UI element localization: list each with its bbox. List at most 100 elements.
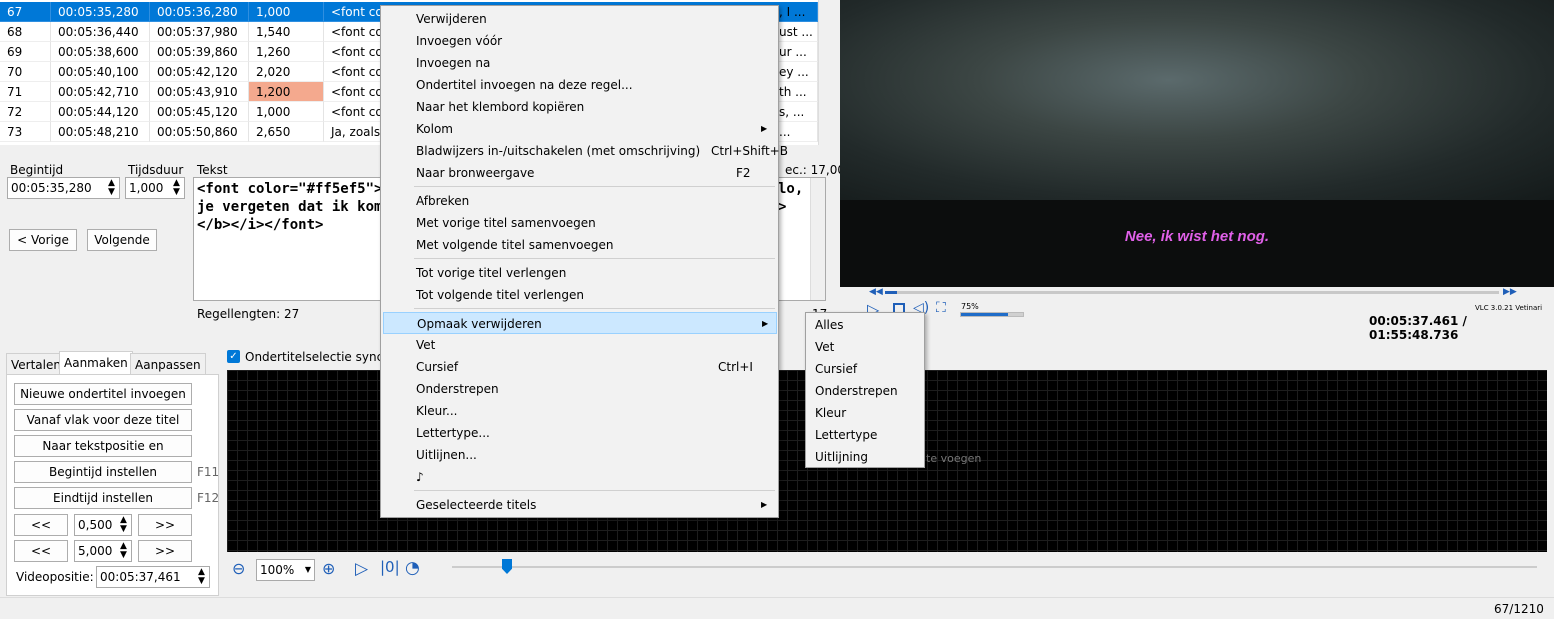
menu-item-13[interactable]: Tot volgende titel verlengen [383, 284, 777, 306]
next-button[interactable]: Volgende [87, 229, 157, 251]
videopos-input[interactable]: 00:05:37,461 ▲ ▼ [96, 566, 210, 588]
zoom-select[interactable]: 100% ▼ [256, 559, 315, 581]
menu-item-label: Bladwijzers in-/uitschakelen (met omschr… [416, 144, 701, 158]
step-back-button-2[interactable]: << [14, 540, 68, 562]
menu-item-label: ♪ [416, 470, 424, 484]
menu-item-22[interactable]: Geselecteerde titels ▶ [383, 494, 777, 516]
submenu-item[interactable]: Vet [808, 336, 922, 358]
play-selection-icon[interactable]: |0| [380, 558, 400, 576]
line-lengths-label: Regellengten: 27 [197, 307, 300, 321]
video-subtitle: Nee, ik wist het nog. [1124, 228, 1270, 245]
set-start-button[interactable]: Begintijd instellen [14, 461, 192, 483]
menu-item-12[interactable]: Tot vorige titel verlengen [383, 262, 777, 284]
chevron-right-icon: ▶ [762, 319, 769, 328]
menu-shortcut: Ctrl+I [718, 360, 753, 374]
forward-icon[interactable]: ▶▶ [1503, 287, 1517, 297]
submenu-item[interactable]: Lettertype [808, 424, 922, 446]
set-end-button[interactable]: Eindtijd instellen [14, 487, 192, 509]
volume-slider[interactable] [960, 312, 1024, 317]
submenu-item[interactable]: Alles [808, 314, 922, 336]
menu-item-18[interactable]: Kleur... [383, 400, 777, 422]
submenu-item[interactable]: Cursief [808, 358, 922, 380]
cell-dur: 1,260 [249, 42, 324, 62]
new-subtitle-button[interactable]: Nieuwe ondertitel invoegen [14, 383, 192, 405]
spin-arrows-icon[interactable]: ▲ ▼ [120, 516, 129, 534]
tab-aanmaken[interactable]: Aanmaken [59, 351, 133, 375]
spin-arrows-icon[interactable]: ▲ ▼ [108, 179, 117, 197]
menu-item-15[interactable]: Vet [383, 334, 777, 356]
spin-arrows-icon[interactable]: ▲ ▼ [120, 542, 129, 560]
step-input-2[interactable]: 5,000 ▲ ▼ [74, 540, 132, 562]
tab-aanpassen[interactable]: Aanpassen [130, 353, 206, 375]
chevron-right-icon: ▶ [761, 124, 768, 133]
sync-checkbox[interactable]: ✓ [227, 350, 240, 363]
volume-label: 75% [961, 302, 979, 311]
prev-button[interactable]: < Vorige [9, 229, 77, 251]
step-forward-button-1[interactable]: >> [138, 514, 192, 536]
cell-nr: 70 [0, 62, 51, 82]
text-scrollbar[interactable] [810, 178, 825, 300]
cell-start: 00:05:36,440 [51, 22, 150, 42]
spin-arrows-icon[interactable]: ▲ ▼ [198, 568, 207, 586]
video-seekbar[interactable] [885, 291, 1499, 294]
menu-item-7[interactable]: Bladwijzers in-/uitschakelen (met omschr… [383, 140, 788, 162]
vlc-version: VLC 3.0.21 Vetinari [1475, 304, 1543, 312]
menu-item-16[interactable]: Cursief Ctrl+I [383, 356, 777, 378]
menu-item-4[interactable]: Ondertitel invoegen na deze regel... [383, 74, 777, 96]
play-waveform-icon[interactable]: ▷ [355, 559, 368, 579]
menu-item-8[interactable]: Naar bronweergave F2 [383, 162, 777, 184]
status-bar [0, 597, 1554, 619]
menu-item-1[interactable]: Verwijderen [383, 8, 777, 30]
menu-item-14[interactable]: Opmaak verwijderen ▶ [383, 312, 777, 334]
text-line-2: je vergeten dat ik kom [197, 199, 383, 215]
slider-thumb[interactable] [502, 559, 512, 574]
spin-arrows-icon[interactable]: ▲ ▼ [173, 179, 182, 197]
menu-item-11[interactable]: Met volgende titel samenvoegen [383, 234, 777, 256]
begintijd-input[interactable]: 00:05:35,280 ▲ ▼ [7, 177, 120, 199]
menu-item-label: Opmaak verwijderen [417, 317, 542, 331]
cell-text-tail: ur ... [779, 45, 807, 59]
menu-item-17[interactable]: Onderstrepen [383, 378, 777, 400]
grid-scrollbar[interactable] [818, 0, 832, 145]
waveform-position-slider[interactable] [452, 566, 1537, 568]
chevron-down-icon: ▼ [304, 565, 311, 574]
menu-item-6[interactable]: Kolom ▶ [383, 118, 777, 140]
submenu-item[interactable]: Onderstrepen [808, 380, 922, 402]
tijdsduur-input[interactable]: 1,000 ▲ ▼ [125, 177, 185, 199]
step-input-1[interactable]: 0,500 ▲ ▼ [74, 514, 132, 536]
menu-item-3[interactable]: Invoegen na [383, 52, 777, 74]
from-region-button[interactable]: Vanaf vlak voor deze titel [14, 409, 192, 431]
menu-item-9[interactable]: Afbreken [383, 190, 777, 212]
step-forward-button-2[interactable]: >> [138, 540, 192, 562]
menu-item-label: Cursief [416, 360, 459, 374]
menu-item-2[interactable]: Invoegen vóór [383, 30, 777, 52]
set-start-shortcut: F11 [197, 465, 220, 479]
menu-separator [414, 186, 775, 187]
tab-vertalen[interactable]: Vertalen [6, 353, 66, 375]
menu-item-label: Verwijderen [416, 12, 487, 26]
cell-start: 00:05:35,280 [51, 2, 150, 22]
menu-item-5[interactable]: Naar het klembord kopiëren [383, 96, 777, 118]
menu-item-20[interactable]: Uitlijnen... [383, 444, 777, 466]
menu-item-21[interactable]: ♪ [383, 466, 777, 488]
cell-start: 00:05:42,710 [51, 82, 150, 102]
menu-shortcut: Ctrl+Shift+B [711, 144, 788, 158]
menu-item-10[interactable]: Met vorige titel samenvoegen [383, 212, 777, 234]
menu-item-label: Onderstrepen [416, 382, 499, 396]
submenu-item[interactable]: Uitlijning [808, 446, 922, 468]
goto-pause-button[interactable]: Naar tekstpositie en pauzeren [14, 435, 192, 473]
zoom-out-icon[interactable]: ⊖ [232, 559, 245, 578]
cps-label: ec.: 17,00 [785, 163, 846, 177]
set-end-shortcut: F12 [197, 491, 220, 505]
fullscreen-icon[interactable]: ⛶ [936, 300, 946, 316]
text-line-3: </b></i></font> [197, 217, 324, 233]
menu-item-19[interactable]: Lettertype... [383, 422, 777, 444]
zoom-in-icon[interactable]: ⊕ [322, 559, 335, 578]
step-back-button-1[interactable]: << [14, 514, 68, 536]
submenu-item[interactable]: Kleur [808, 402, 922, 424]
begintijd-value: 00:05:35,280 [11, 181, 92, 195]
menu-item-label: Met vorige titel samenvoegen [416, 216, 596, 230]
speed-icon[interactable]: ◔ [405, 558, 420, 578]
rewind-icon[interactable]: ◀◀ [869, 287, 883, 297]
menu-item-label: Naar het klembord kopiëren [416, 100, 585, 114]
